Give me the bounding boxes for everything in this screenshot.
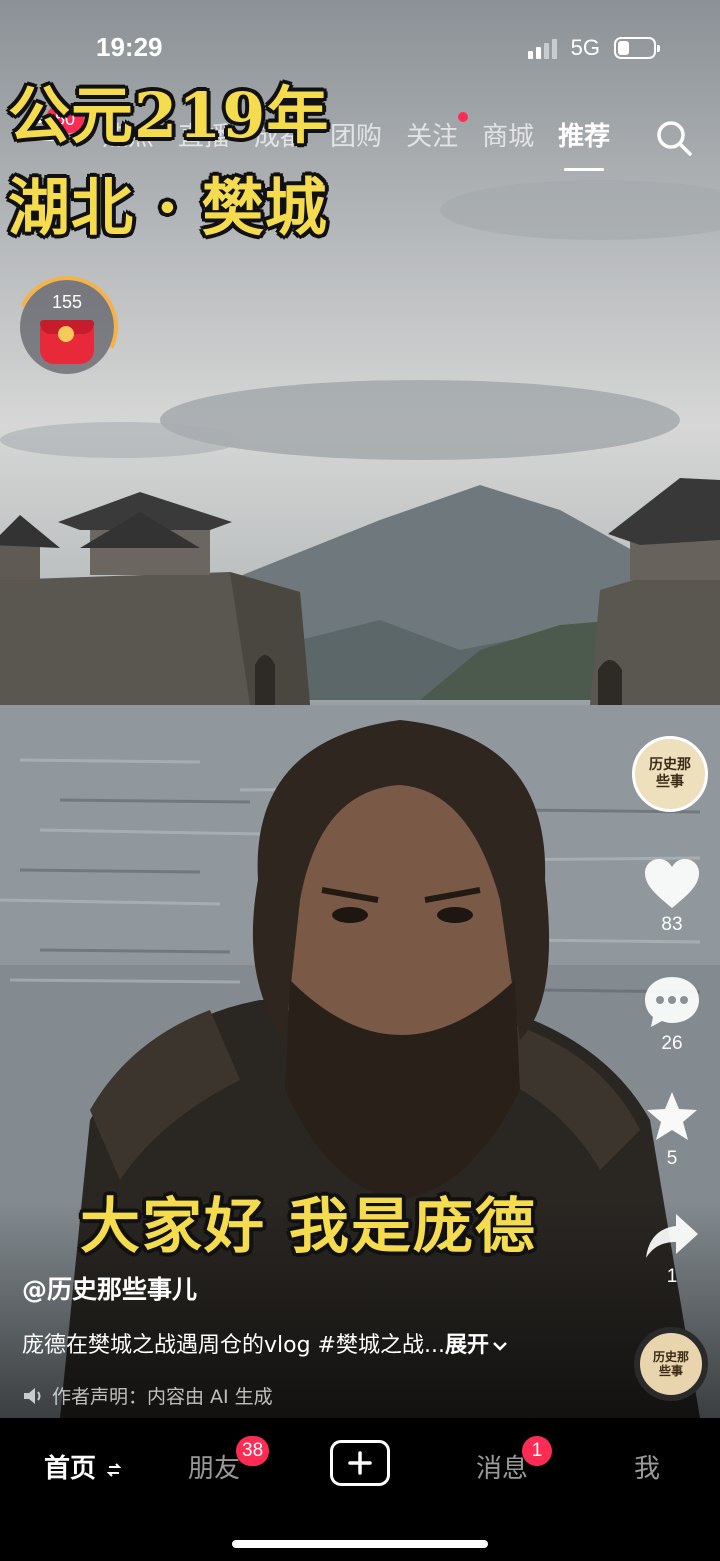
status-indicators: 5G [527,35,660,61]
ai-disclaimer: 作者声明：内容由 AI 生成 [22,1382,273,1409]
tab-friends-label: 朋友 [188,1454,241,1484]
comment-count: 26 [661,1033,683,1054]
messages-badge: 1 [522,1436,552,1466]
notification-dot [458,112,469,122]
author-name[interactable]: @历史那些事儿 [22,1270,197,1306]
share-button[interactable]: 1 [640,1212,704,1288]
favorite-button[interactable]: 5 [640,1090,704,1170]
video-description[interactable]: 庞德在樊城之战遇周仓的vlog #樊城之战...展开 [22,1327,509,1359]
favorite-count: 5 [666,1148,678,1169]
music-disc[interactable]: 历史那些事 [634,1327,708,1401]
red-packet-count: 155 [51,292,83,312]
speaker-icon [24,1387,41,1404]
avatar-text: 历史那些事 [649,757,691,790]
tab-following-label: 关注 [406,122,459,152]
like-button[interactable]: 83 [640,858,704,936]
plus-icon [348,1451,372,1475]
share-count: 1 [666,1266,678,1287]
red-packet-icon [40,320,94,364]
network-label: 5G [570,35,600,60]
tab-messages[interactable]: 消息 1 [476,1436,552,1485]
tab-me[interactable]: 我 [634,1448,660,1485]
chevron-down-icon [493,1342,507,1351]
tab-friends[interactable]: 朋友 38 [188,1436,270,1485]
overlay-year: 公元219年 [8,79,330,152]
author-avatar[interactable]: 历史那些事 [632,736,708,812]
tab-mall[interactable]: 商城 [482,116,534,153]
switch-icon [106,1462,122,1477]
signal-icon [527,37,557,59]
create-button[interactable] [330,1440,390,1486]
video-overlay-title: 公元219年 湖北 · 樊城 [8,70,329,254]
tab-messages-label: 消息 [476,1454,529,1484]
description-text: 庞德在樊城之战遇周仓的vlog #樊城之战... [22,1333,445,1358]
tab-home-label: 首页 [44,1454,97,1484]
heart-icon [645,859,699,908]
tab-home[interactable]: 首页 [44,1448,122,1485]
tab-recommend[interactable]: 推荐 [558,116,610,171]
friends-badge: 38 [236,1436,270,1466]
tab-group-buy[interactable]: 团购 [330,116,382,153]
video-subtitle: 大家好 我是庞德 [80,1192,537,1262]
search-icon[interactable] [654,118,694,158]
battery-icon [614,37,660,59]
expand-link[interactable]: 展开 [445,1333,489,1358]
star-icon [647,1092,697,1140]
overlay-location: 湖北 · 樊城 [8,171,328,244]
disclaimer-text: 作者声明：内容由 AI 生成 [52,1386,273,1408]
comment-button[interactable]: 26 [640,975,704,1055]
music-disc-text: 历史那些事 [652,1350,689,1378]
home-indicator [232,1540,488,1548]
red-packet-widget[interactable]: 155 [1,261,133,393]
share-icon [646,1214,698,1258]
tab-following[interactable]: 关注 [406,112,469,153]
like-count: 83 [661,914,683,935]
comment-icon [645,977,699,1027]
status-time: 19:29 [96,32,163,62]
